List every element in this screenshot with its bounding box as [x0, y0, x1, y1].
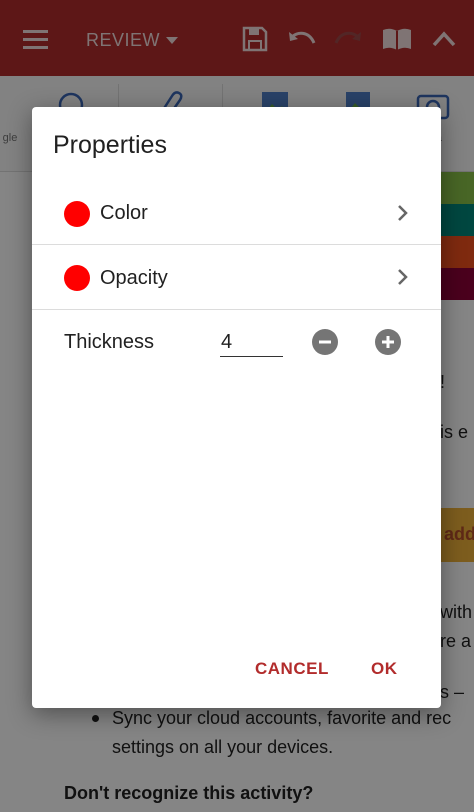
cancel-button[interactable]: CANCEL: [255, 659, 329, 679]
thickness-input[interactable]: [220, 329, 283, 357]
dialog-title: Properties: [53, 131, 167, 159]
opacity-row[interactable]: Opacity: [32, 246, 441, 311]
color-swatch: [64, 201, 90, 227]
opacity-row-label: Opacity: [100, 267, 168, 289]
divider: [32, 309, 441, 310]
chevron-right-icon: [398, 205, 408, 221]
opacity-swatch: [64, 265, 90, 291]
chevron-right-icon: [398, 269, 408, 285]
thickness-label: Thickness: [64, 331, 155, 353]
minus-icon: [319, 340, 331, 344]
decrement-button[interactable]: [312, 329, 338, 355]
color-row[interactable]: Color: [32, 181, 441, 246]
properties-dialog: Properties Color Opacity Thickness CANCE…: [32, 107, 441, 708]
increment-button[interactable]: [375, 329, 401, 355]
divider: [32, 244, 441, 245]
color-row-label: Color: [100, 202, 148, 224]
plus-icon: [382, 336, 394, 348]
ok-button[interactable]: OK: [371, 659, 398, 679]
